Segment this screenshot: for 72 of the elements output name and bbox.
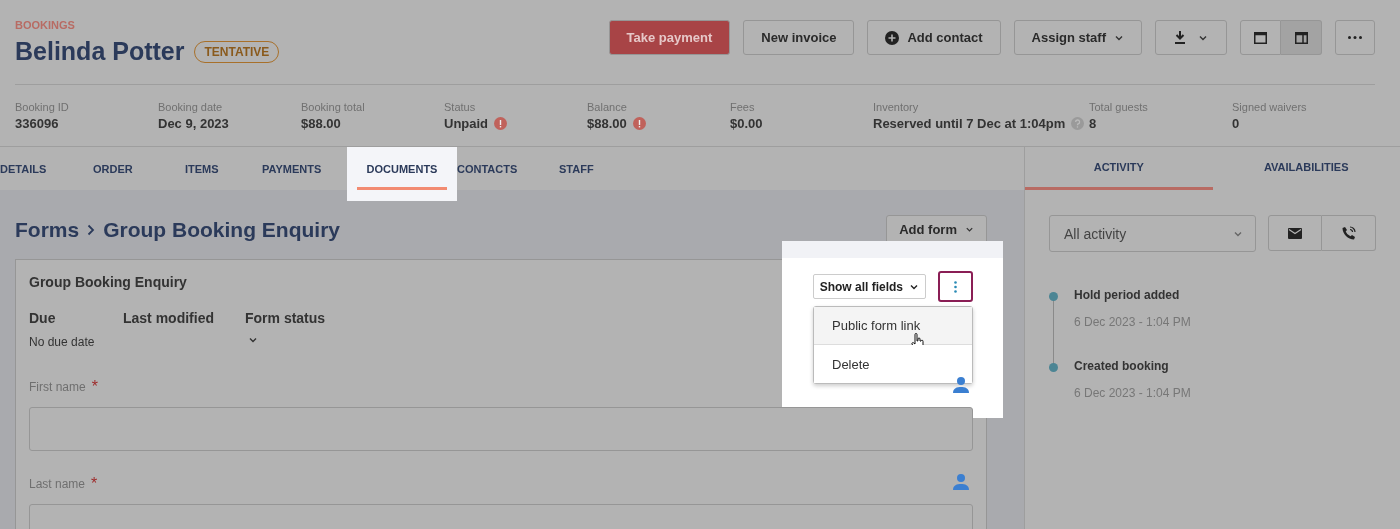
menu-item[interactable]: Public form link	[814, 307, 972, 345]
stat-label: Inventory	[873, 100, 920, 113]
take-payment-button[interactable]: Take payment	[608, 20, 731, 55]
event-title: Hold period added	[1074, 288, 1181, 302]
download-icon	[1174, 31, 1186, 44]
email-button[interactable]	[1268, 215, 1322, 251]
fields-select[interactable]: Show all fields	[812, 274, 926, 299]
stat-value: 336096	[15, 115, 59, 131]
tab[interactable]: DOCUMENTS	[347, 147, 457, 201]
stat-label: Status	[444, 100, 477, 113]
call-button[interactable]	[1322, 215, 1376, 251]
panel-tab[interactable]: ACTIVITY	[1025, 147, 1213, 190]
event-time: 6 Dec 2023 - 1:04 PM	[1074, 386, 1191, 400]
add-contact-button[interactable]: Add contact	[867, 20, 1001, 55]
required-mark: *	[91, 474, 98, 493]
field-label: Last name	[29, 476, 86, 491]
assign-staff-button[interactable]: Assign staff	[1013, 20, 1142, 55]
tab[interactable]: ITEMS	[185, 147, 262, 190]
event-time: 6 Dec 2023 - 1:04 PM	[1074, 315, 1191, 329]
download-button[interactable]	[1155, 20, 1227, 55]
stat-value: $0.00	[730, 115, 763, 131]
split-pane-button[interactable]	[1281, 20, 1322, 55]
single-pane-button[interactable]	[1240, 20, 1281, 55]
meta-value: No due date	[29, 335, 96, 349]
window-icon	[1254, 31, 1267, 44]
plus-circle-icon	[885, 30, 900, 45]
booking-title: Belinda Potter	[15, 37, 185, 66]
phone-icon	[1341, 226, 1356, 240]
split-window-icon	[1294, 31, 1308, 44]
stat-label: Booking date	[158, 100, 224, 113]
stat-value: Dec 9, 2023	[158, 115, 229, 131]
kebab-menu-button[interactable]	[938, 271, 973, 302]
stat-value: $88.00	[587, 115, 627, 131]
breadcrumb-link[interactable]: Forms	[15, 217, 80, 242]
meta-label: Due	[29, 310, 57, 326]
stat-label: Signed waivers	[1232, 100, 1308, 113]
stat-value: $88.00	[301, 115, 341, 131]
menu-item[interactable]: Delete	[814, 345, 972, 383]
invoice-button[interactable]: New invoice	[743, 20, 855, 55]
person-icon	[952, 473, 970, 490]
tab[interactable]: CONTACTS	[457, 147, 559, 190]
tab[interactable]: PAYMENTS	[262, 147, 347, 190]
text-field[interactable]	[29, 407, 973, 451]
form-title: Group Booking Enquiry	[103, 217, 340, 242]
chevron-right-icon	[87, 223, 96, 236]
stat-value: 0	[1232, 115, 1240, 131]
chevron-down-icon	[965, 225, 974, 234]
tab[interactable]: ORDER	[93, 147, 185, 190]
tab[interactable]: DETAILS	[0, 147, 93, 190]
timeline-dot	[1049, 292, 1058, 301]
field-label: First name	[29, 379, 86, 394]
meta-label: Form status	[245, 310, 327, 326]
tab[interactable]: STAFF	[559, 147, 619, 190]
stat-label: Total guests	[1089, 100, 1149, 113]
stat-label: Balance	[587, 100, 628, 113]
stat-label: Booking total	[301, 100, 366, 113]
stat-label: Booking ID	[15, 100, 70, 113]
more-icon	[1348, 36, 1362, 39]
person-icon	[952, 376, 970, 393]
activity-filter-select[interactable]: All activity	[1049, 215, 1256, 252]
stat-value: 8	[1089, 115, 1097, 131]
stat-label: Fees	[730, 100, 756, 113]
card-title: Group Booking Enquiry	[29, 274, 187, 290]
stat-value: Unpaid	[444, 115, 489, 131]
stat-value: Reserved until 7 Dec at 1:04pm	[873, 115, 1066, 131]
meta-label: Last modified	[123, 310, 215, 326]
envelope-icon	[1288, 227, 1302, 239]
vertical-dots-icon	[954, 280, 957, 293]
event-title: Created booking	[1074, 359, 1170, 373]
panel-tab[interactable]: AVAILABILITIES	[1212, 147, 1400, 190]
timeline-dot	[1049, 363, 1058, 372]
required-mark: *	[91, 377, 98, 396]
